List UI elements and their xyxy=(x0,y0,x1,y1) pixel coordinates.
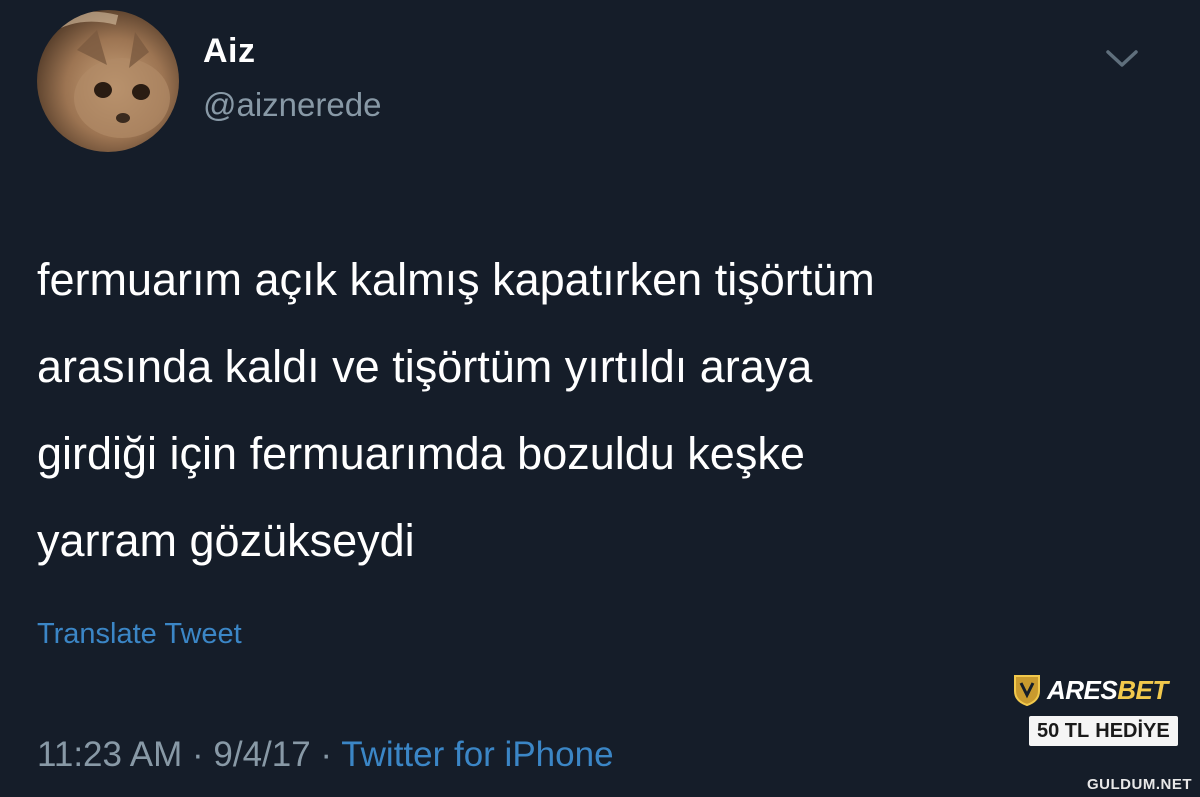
username-handle[interactable]: @aiznerede xyxy=(203,86,381,124)
translate-tweet-link[interactable]: Translate Tweet xyxy=(37,618,242,651)
tweet-time: 11:23 AM xyxy=(37,735,183,774)
tweet-source-link[interactable]: Twitter for iPhone xyxy=(341,735,613,774)
ad-brand-name: ARESBET xyxy=(1047,675,1168,706)
site-watermark: GULDUM.NET xyxy=(1087,776,1192,793)
ad-brand-prefix: ARES xyxy=(1047,674,1118,705)
meta-separator: · xyxy=(310,735,342,774)
meta-separator: · xyxy=(182,735,214,774)
chevron-down-icon xyxy=(1106,50,1138,67)
tweet-metadata: 11:23 AM · 9/4/17 · Twitter for iPhone xyxy=(37,735,614,775)
tweet-text-line: fermuarım açık kalmış kapatırken tişörtü… xyxy=(37,254,875,305)
tweet-text-line: arasında kaldı ve tişörtüm yırtıldı aray… xyxy=(37,341,813,392)
avatar[interactable] xyxy=(37,10,179,152)
ad-brand: ARESBET xyxy=(1012,670,1168,710)
tweet-text-line: yarram gözükseydi xyxy=(37,515,415,566)
ad-brand-suffix: BET xyxy=(1117,674,1168,705)
shield-crest-icon xyxy=(1014,675,1040,707)
tweet-text: fermuarım açık kalmış kapatırken tişörtü… xyxy=(37,236,1147,584)
tweet-card: Aiz @aiznerede fermuarım açık kalmış kap… xyxy=(0,0,1200,797)
tweet-text-line: girdiği için fermuarımda bozuldu keşke xyxy=(37,428,805,479)
ad-gift-word: HEDİYE xyxy=(1095,719,1170,742)
ad-gift-label: 50 TL HEDİYE xyxy=(1029,716,1178,746)
tweet-date[interactable]: 9/4/17 xyxy=(213,735,310,774)
ad-gift-amount: 50 TL xyxy=(1037,719,1090,742)
display-name[interactable]: Aiz xyxy=(203,32,256,71)
aresbet-ad-badge[interactable]: ARESBET 50 TL HEDİYE xyxy=(1012,666,1178,751)
tweet-menu-button[interactable] xyxy=(1102,44,1142,72)
cat-face-icon xyxy=(44,11,170,138)
